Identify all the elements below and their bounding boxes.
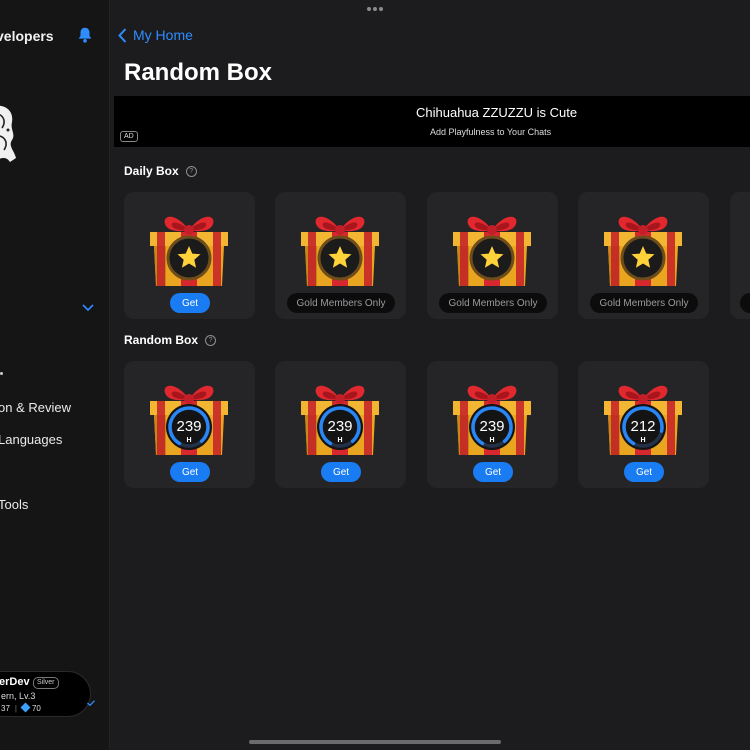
get-button[interactable]: Get bbox=[624, 462, 664, 482]
sidebar-item-review[interactable]: on & Review bbox=[0, 400, 71, 415]
random-box-card[interactable]: 212 H Get bbox=[578, 361, 709, 488]
svg-text:212: 212 bbox=[630, 418, 655, 435]
gem-icon bbox=[20, 702, 31, 713]
chevron-down-icon[interactable] bbox=[82, 304, 94, 312]
gift-box-icon: 239 H bbox=[447, 371, 537, 461]
daily-title-text: Daily Box bbox=[124, 164, 179, 178]
profile-card[interactable]: erDev Silver ern, Lv.3 37 | 70 bbox=[0, 671, 91, 717]
chevron-left-icon bbox=[118, 27, 127, 43]
gift-box-icon: 239 H bbox=[144, 371, 234, 461]
daily-box-card[interactable]: Gold Members Only bbox=[427, 192, 558, 319]
get-button[interactable]: Get bbox=[170, 462, 210, 482]
daily-box-card[interactable]: Gold Members Only bbox=[275, 192, 406, 319]
get-button[interactable]: Get bbox=[473, 462, 513, 482]
help-icon[interactable]: ? bbox=[185, 165, 197, 177]
get-button[interactable]: Get bbox=[321, 462, 361, 482]
ad-badge: AD bbox=[120, 131, 138, 142]
profile-level: ern, Lv.3 bbox=[1, 691, 36, 701]
avatar-icon bbox=[0, 105, 16, 162]
gold-members-only-label: Gold Members Only bbox=[439, 293, 547, 313]
gift-box-icon bbox=[144, 202, 234, 292]
gift-box-icon bbox=[447, 202, 537, 292]
gift-box-icon: 239 H bbox=[295, 371, 385, 461]
gift-box-icon bbox=[295, 202, 385, 292]
gold-members-only-label: Gold Members Only bbox=[287, 293, 395, 313]
sidebar-bullet bbox=[0, 372, 3, 375]
gold-members-only-label: Gold Members Only bbox=[590, 293, 698, 313]
gift-box-icon: 212 H bbox=[598, 371, 688, 461]
daily-box-card[interactable]: Get bbox=[124, 192, 255, 319]
offscreen-card[interactable] bbox=[730, 192, 750, 319]
sidebar-item-languages[interactable]: Languages bbox=[0, 432, 62, 447]
random-box-card[interactable]: 239 H Get bbox=[124, 361, 255, 488]
svg-text:239: 239 bbox=[327, 418, 352, 435]
svg-text:H: H bbox=[337, 437, 342, 444]
profile-tier-badge: Silver bbox=[33, 677, 59, 689]
svg-text:H: H bbox=[186, 437, 191, 444]
back-label: My Home bbox=[133, 27, 193, 43]
bell-icon[interactable] bbox=[76, 26, 94, 44]
svg-text:239: 239 bbox=[479, 418, 504, 435]
sidebar-item-tools[interactable]: Tools bbox=[0, 497, 28, 512]
check-icon bbox=[87, 700, 95, 706]
section-title-random: Random Box ? bbox=[124, 333, 217, 347]
get-button[interactable]: Get bbox=[170, 293, 210, 313]
stats-divider: | bbox=[14, 704, 17, 713]
svg-text:239: 239 bbox=[176, 418, 201, 435]
home-indicator bbox=[249, 740, 501, 744]
sidebar-title: velopers bbox=[0, 28, 54, 44]
multitasking-dots-icon[interactable] bbox=[367, 7, 383, 11]
ad-subtitle: Add Playfulness to Your Chats bbox=[430, 127, 552, 137]
random-box-card[interactable]: 239 H Get bbox=[427, 361, 558, 488]
sidebar: velopers on & Review Languages Tools erD… bbox=[0, 0, 110, 750]
section-title-daily: Daily Box ? bbox=[124, 164, 197, 178]
svg-text:H: H bbox=[640, 437, 645, 444]
ad-banner[interactable]: Chihuahua ZZUZZU is Cute Add Playfulness… bbox=[114, 96, 750, 147]
back-button[interactable]: My Home bbox=[118, 27, 193, 43]
svg-text:H: H bbox=[489, 437, 494, 444]
ad-title: Chihuahua ZZUZZU is Cute bbox=[416, 105, 578, 120]
profile-stat-gems: 70 bbox=[31, 704, 41, 713]
daily-box-card[interactable]: Gold Members Only bbox=[578, 192, 709, 319]
profile-stat-points: 37 bbox=[1, 704, 10, 713]
help-icon[interactable]: ? bbox=[205, 334, 217, 346]
random-title-text: Random Box bbox=[124, 333, 199, 347]
gift-box-icon bbox=[598, 202, 688, 292]
profile-stats: 37 | 70 bbox=[1, 702, 41, 713]
page-title: Random Box bbox=[124, 59, 273, 86]
random-box-card[interactable]: 239 H Get bbox=[275, 361, 406, 488]
profile-name: erDev bbox=[0, 676, 30, 688]
